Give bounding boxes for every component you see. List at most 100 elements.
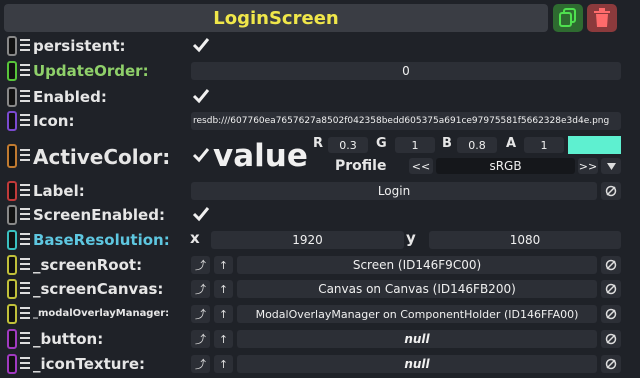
field-label: _modalOverlayManager: — [33, 308, 170, 319]
color-swatch[interactable] — [568, 136, 621, 154]
screen-canvas-ref[interactable]: Canvas on Canvas (ID146FB200) — [237, 280, 597, 298]
a-input[interactable]: 1 — [524, 137, 564, 153]
icon-uri-input[interactable]: resdb:///607760ea7657627a8502f042358bedd… — [191, 112, 621, 130]
field-label: _button: — [33, 330, 104, 348]
y-label: y — [406, 229, 416, 247]
menu-icon[interactable] — [20, 90, 30, 104]
up-button[interactable]: ↑ — [214, 280, 233, 298]
menu-icon[interactable] — [20, 114, 30, 128]
menu-icon[interactable] — [20, 258, 30, 272]
row-update-order: UpdateOrder: 0 — [0, 59, 640, 83]
menu-icon[interactable] — [20, 233, 30, 247]
drag-slot[interactable] — [7, 144, 17, 168]
g-input[interactable]: 1 — [395, 137, 435, 153]
drag-slot[interactable] — [7, 87, 17, 107]
field-label: persistent: — [33, 37, 126, 55]
field-label: _screenCanvas: — [33, 280, 164, 298]
row-screen-root: _screenRoot: ⤴ ↑ Screen (ID146F9C00) — [0, 253, 640, 277]
modal-overlay-ref[interactable]: ModalOverlayManager on ComponentHolder (… — [237, 305, 597, 323]
jump-button[interactable]: ⤴ — [191, 330, 210, 348]
menu-icon[interactable] — [20, 307, 30, 321]
drag-slot[interactable] — [7, 304, 17, 324]
row-icon: Icon: resdb:///607760ea7657627a8502f0423… — [0, 109, 640, 133]
delete-button[interactable] — [587, 4, 617, 32]
profile-value[interactable]: sRGB — [436, 158, 575, 174]
label-input[interactable]: Login — [191, 182, 597, 200]
menu-icon[interactable] — [20, 149, 30, 163]
resolution-y-input[interactable]: 1080 — [429, 231, 621, 249]
menu-icon[interactable] — [20, 64, 30, 78]
screen-enabled-checkbox[interactable] — [192, 205, 210, 223]
enabled-checkbox[interactable] — [192, 87, 210, 105]
drag-slot[interactable] — [7, 36, 17, 56]
null-icon — [605, 308, 617, 320]
x-label: x — [190, 229, 200, 247]
up-button[interactable]: ↑ — [214, 330, 233, 348]
clear-button[interactable] — [601, 305, 621, 323]
chevron-down-icon — [606, 162, 616, 170]
up-button[interactable]: ↑ — [214, 355, 233, 373]
screen-root-ref[interactable]: Screen (ID146F9C00) — [237, 256, 597, 274]
row-screen-enabled: ScreenEnabled: — [0, 203, 640, 227]
row-button: _button: ⤴ ↑ null — [0, 327, 640, 351]
row-icon-texture: _iconTexture: ⤴ ↑ null — [0, 352, 640, 376]
button-ref[interactable]: null — [237, 330, 597, 348]
drag-slot[interactable] — [7, 61, 17, 81]
menu-icon[interactable] — [20, 39, 30, 53]
field-label: ScreenEnabled: — [33, 206, 165, 224]
row-screen-canvas: _screenCanvas: ⤴ ↑ Canvas on Canvas (ID1… — [0, 277, 640, 301]
drag-slot[interactable] — [7, 230, 17, 250]
field-label: _iconTexture: — [33, 355, 146, 373]
null-icon — [605, 358, 617, 370]
clear-button[interactable] — [601, 256, 621, 274]
drag-slot[interactable] — [7, 354, 17, 374]
profile-label: Profile — [335, 158, 387, 174]
drag-slot[interactable] — [7, 255, 17, 275]
field-label: ActiveColor: — [33, 145, 171, 169]
r-label: R — [313, 136, 324, 151]
up-button[interactable]: ↑ — [214, 305, 233, 323]
drag-slot[interactable] — [7, 329, 17, 349]
menu-icon[interactable] — [20, 184, 30, 198]
drag-slot[interactable] — [7, 181, 17, 201]
up-button[interactable]: ↑ — [214, 256, 233, 274]
drag-slot[interactable] — [7, 279, 17, 299]
active-color-checkbox[interactable] — [192, 146, 210, 164]
profile-dropdown-button[interactable] — [601, 158, 621, 174]
field-label: UpdateOrder: — [33, 62, 149, 80]
menu-icon[interactable] — [20, 332, 30, 346]
jump-button[interactable]: ⤴ — [191, 256, 210, 274]
menu-icon[interactable] — [20, 357, 30, 371]
prev-profile-button[interactable]: << — [409, 158, 433, 174]
menu-icon[interactable] — [20, 208, 30, 222]
trash-icon — [594, 8, 610, 27]
clear-button[interactable] — [601, 182, 621, 200]
update-order-input[interactable]: 0 — [191, 62, 621, 80]
g-label: G — [376, 136, 387, 151]
icon-texture-ref[interactable]: null — [237, 355, 597, 373]
null-icon — [605, 185, 617, 197]
null-icon — [605, 259, 617, 271]
persistent-checkbox[interactable] — [192, 36, 210, 54]
drag-slot[interactable] — [7, 111, 17, 131]
menu-icon[interactable] — [20, 282, 30, 296]
b-input[interactable]: 0.8 — [457, 137, 497, 153]
row-modal-overlay-manager: _modalOverlayManager: ⤴ ↑ ModalOverlayMa… — [0, 302, 640, 326]
component-title: LoginScreen — [213, 7, 339, 29]
clear-button[interactable] — [601, 280, 621, 298]
jump-button[interactable]: ⤴ — [191, 280, 210, 298]
duplicate-button[interactable] — [553, 4, 583, 32]
resolution-x-input[interactable]: 1920 — [211, 231, 404, 249]
null-icon — [605, 283, 617, 295]
a-label: A — [506, 136, 517, 151]
field-label: Icon: — [33, 112, 75, 130]
component-header: LoginScreen — [4, 4, 548, 32]
jump-button[interactable]: ⤴ — [191, 355, 210, 373]
drag-slot[interactable] — [7, 205, 17, 225]
next-profile-button[interactable]: >> — [578, 158, 598, 174]
jump-button[interactable]: ⤴ — [191, 305, 210, 323]
r-input[interactable]: 0.3 — [328, 137, 368, 153]
clear-button[interactable] — [601, 330, 621, 348]
field-label: BaseResolution: — [33, 231, 170, 249]
clear-button[interactable] — [601, 355, 621, 373]
